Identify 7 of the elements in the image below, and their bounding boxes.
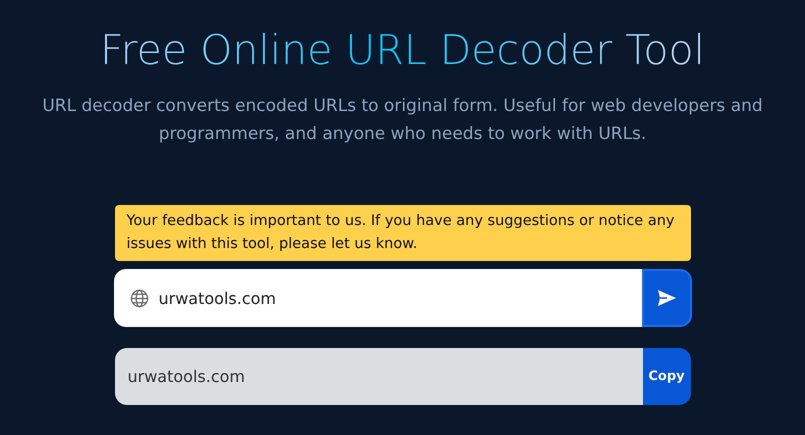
submit-button[interactable]: [642, 269, 692, 327]
send-icon: [658, 290, 676, 306]
decoded-output-field: urwatools.com: [114, 348, 642, 405]
feedback-notice: Your feedback is important to us. If you have any suggestions or notice any issues with this tool, please let us know.: [114, 205, 690, 261]
page-description: URL decoder converts encoded URLs to original form. Useful for web developers and programmers, and anyone who needs to work with URLs.: [41, 95, 764, 146]
url-input-field[interactable]: urwatools.com: [114, 269, 642, 327]
copy-button[interactable]: Copy: [642, 348, 690, 405]
